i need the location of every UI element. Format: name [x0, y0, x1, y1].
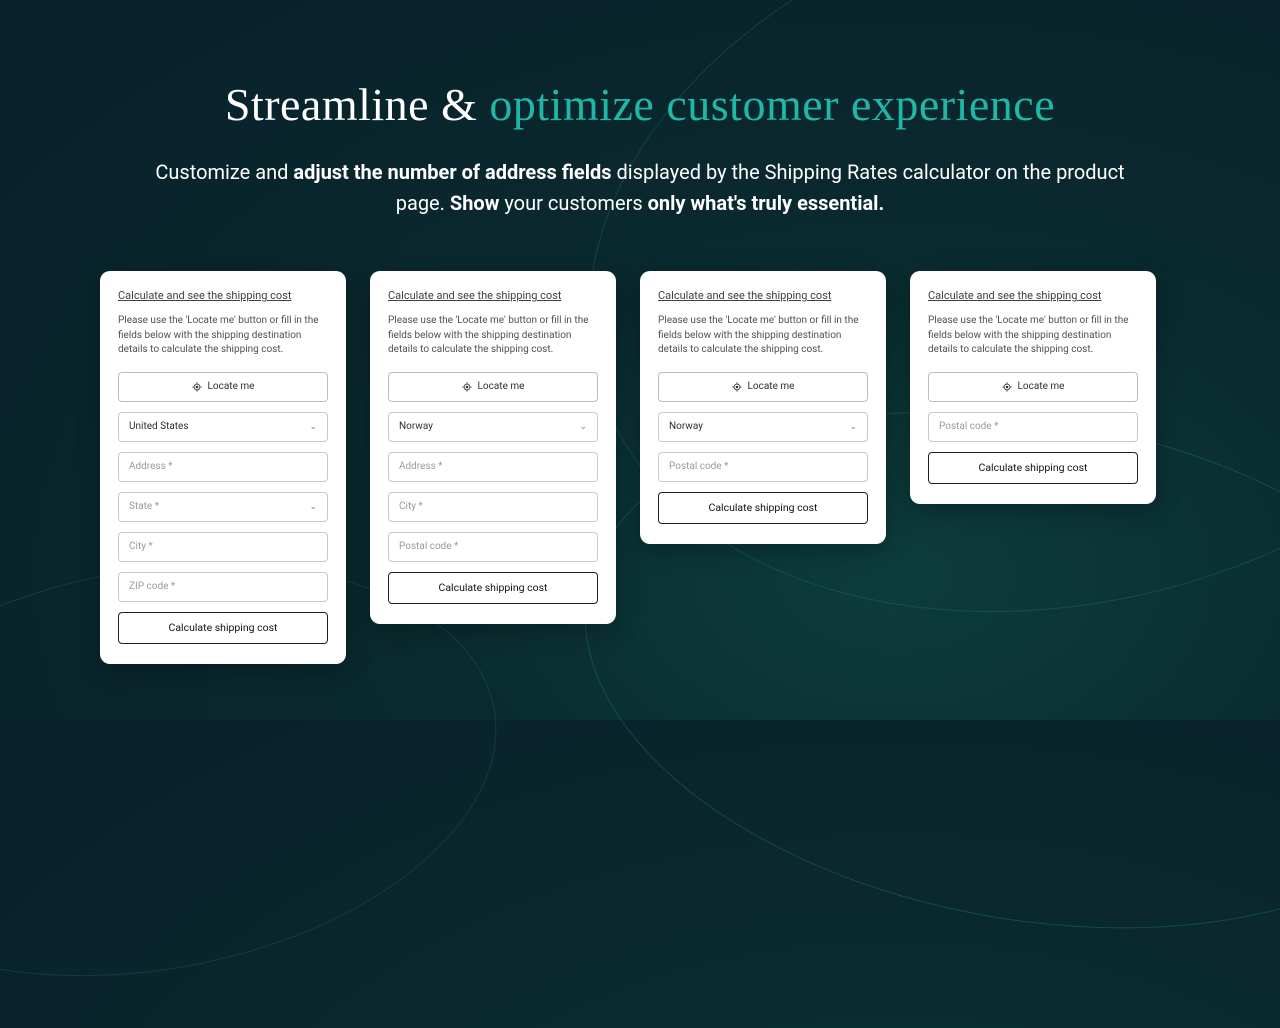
country-value: United States [129, 421, 189, 432]
card-title: Calculate and see the shipping cost [388, 289, 598, 302]
page-subheadline: Customize and adjust the number of addre… [130, 157, 1150, 219]
country-value: Norway [669, 421, 703, 432]
shipping-card-minimal: Calculate and see the shipping cost Plea… [910, 271, 1156, 504]
locate-me-label: Locate me [748, 381, 795, 392]
country-select[interactable]: United States ⌄ [118, 412, 328, 442]
cards-row: Calculate and see the shipping cost Plea… [0, 271, 1280, 664]
card-description: Please use the 'Locate me' button or fil… [928, 314, 1138, 358]
locate-me-button[interactable]: Locate me [118, 372, 328, 402]
shipping-card-small: Calculate and see the shipping cost Plea… [640, 271, 886, 544]
calculate-button[interactable]: Calculate shipping cost [928, 452, 1138, 484]
card-description: Please use the 'Locate me' button or fil… [388, 314, 598, 358]
state-placeholder: State * [129, 501, 159, 512]
locate-me-label: Locate me [208, 381, 255, 392]
crosshair-icon [192, 382, 202, 392]
country-select[interactable]: Norway ⌄ [388, 412, 598, 442]
shipping-card-medium: Calculate and see the shipping cost Plea… [370, 271, 616, 624]
crosshair-icon [462, 382, 472, 392]
chevron-down-icon: ⌄ [309, 422, 317, 432]
locate-me-button[interactable]: Locate me [928, 372, 1138, 402]
card-title: Calculate and see the shipping cost [658, 289, 868, 302]
country-value: Norway [399, 421, 433, 432]
address-input[interactable]: Address * [388, 452, 598, 482]
crosshair-icon [732, 382, 742, 392]
chevron-down-icon: ⌄ [849, 422, 857, 432]
locate-me-label: Locate me [1018, 381, 1065, 392]
card-title: Calculate and see the shipping cost [928, 289, 1138, 302]
card-description: Please use the 'Locate me' button or fil… [118, 314, 328, 358]
calculate-button[interactable]: Calculate shipping cost [388, 572, 598, 604]
address-input[interactable]: Address * [118, 452, 328, 482]
calculate-button[interactable]: Calculate shipping cost [658, 492, 868, 524]
shipping-card-full: Calculate and see the shipping cost Plea… [100, 271, 346, 664]
chevron-down-icon: ⌄ [579, 422, 587, 432]
chevron-down-icon: ⌄ [309, 502, 317, 512]
card-description: Please use the 'Locate me' button or fil… [658, 314, 868, 358]
state-select[interactable]: State * ⌄ [118, 492, 328, 522]
locate-me-button[interactable]: Locate me [388, 372, 598, 402]
crosshair-icon [1002, 382, 1012, 392]
country-select[interactable]: Norway ⌄ [658, 412, 868, 442]
headline-part2: optimize customer experience [489, 79, 1055, 130]
locate-me-label: Locate me [478, 381, 525, 392]
city-input[interactable]: City * [118, 532, 328, 562]
postal-input[interactable]: Postal code * [928, 412, 1138, 442]
headline-part1: Streamline & [225, 79, 490, 130]
card-title: Calculate and see the shipping cost [118, 289, 328, 302]
city-input[interactable]: City * [388, 492, 598, 522]
page-headline: Streamline & optimize customer experienc… [0, 78, 1280, 131]
calculate-button[interactable]: Calculate shipping cost [118, 612, 328, 644]
postal-input[interactable]: Postal code * [658, 452, 868, 482]
locate-me-button[interactable]: Locate me [658, 372, 868, 402]
zip-input[interactable]: ZIP code * [118, 572, 328, 602]
postal-input[interactable]: Postal code * [388, 532, 598, 562]
